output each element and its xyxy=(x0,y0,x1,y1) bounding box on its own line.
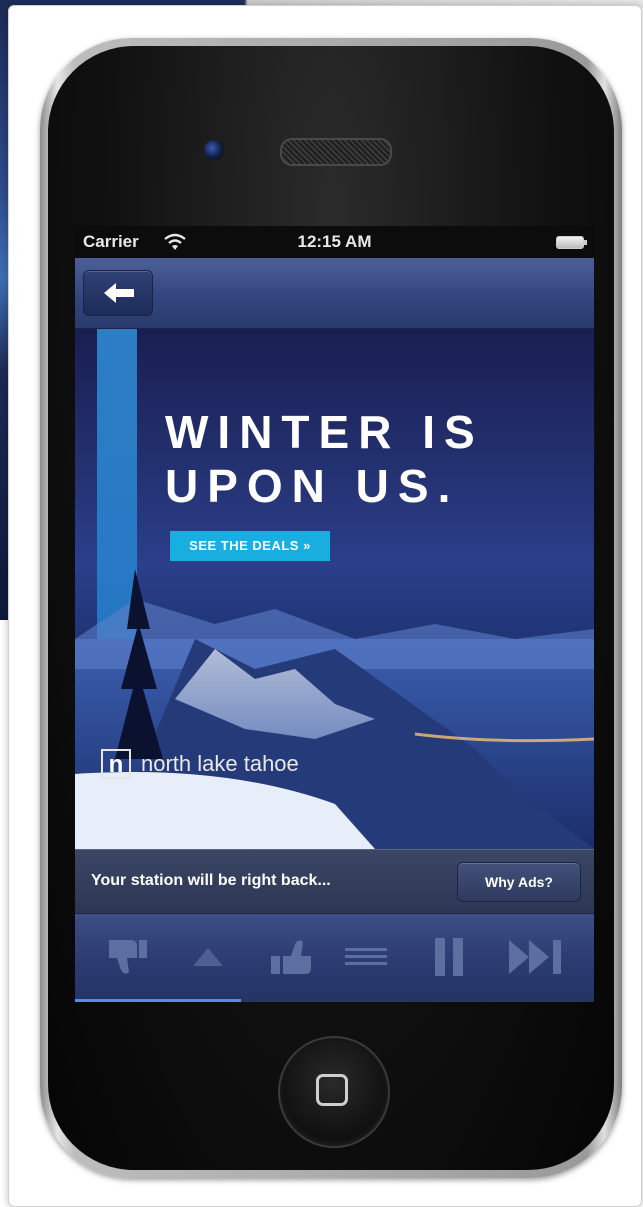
status-time: 12:15 AM xyxy=(297,232,372,251)
home-button[interactable] xyxy=(278,1036,390,1148)
ad-info-strip: Your station will be right back... Why A… xyxy=(75,849,594,914)
why-ads-button[interactable]: Why Ads? xyxy=(457,862,581,902)
earpiece-speaker xyxy=(280,138,392,166)
thumbs-down-icon[interactable] xyxy=(105,934,151,980)
skip-forward-icon[interactable] xyxy=(507,934,567,980)
see-the-deals-button[interactable]: SEE THE DEALS » xyxy=(170,531,330,561)
back-arrow-icon xyxy=(104,283,134,303)
north-lake-tahoe-logo-icon: n xyxy=(101,749,131,779)
station-message: Your station will be right back... xyxy=(91,872,331,889)
thumbs-up-icon[interactable] xyxy=(269,934,315,980)
front-camera-icon xyxy=(204,140,224,160)
battery-icon xyxy=(556,236,587,249)
mountain-scene-image xyxy=(75,569,594,849)
home-square-icon xyxy=(316,1074,348,1106)
phone-screen: Carrier 12:15 AM WINTER IS UPON US. SEE … xyxy=(75,226,594,1002)
triangle-up-icon[interactable] xyxy=(191,944,225,970)
menu-lines-icon[interactable] xyxy=(345,946,387,968)
playback-progress-fill xyxy=(75,999,242,1002)
navigation-bar xyxy=(75,258,594,329)
pause-icon[interactable] xyxy=(433,934,467,980)
back-button[interactable] xyxy=(83,270,153,316)
advertisement-banner[interactable]: WINTER IS UPON US. SEE THE DEALS » n nor… xyxy=(75,329,594,849)
ad-headline: WINTER IS UPON US. xyxy=(165,406,484,512)
advertiser-name: north lake tahoe xyxy=(141,751,299,776)
status-bar: Carrier 12:15 AM xyxy=(75,226,594,258)
playback-controls xyxy=(75,913,594,1000)
playback-progress-bar xyxy=(75,999,594,1002)
